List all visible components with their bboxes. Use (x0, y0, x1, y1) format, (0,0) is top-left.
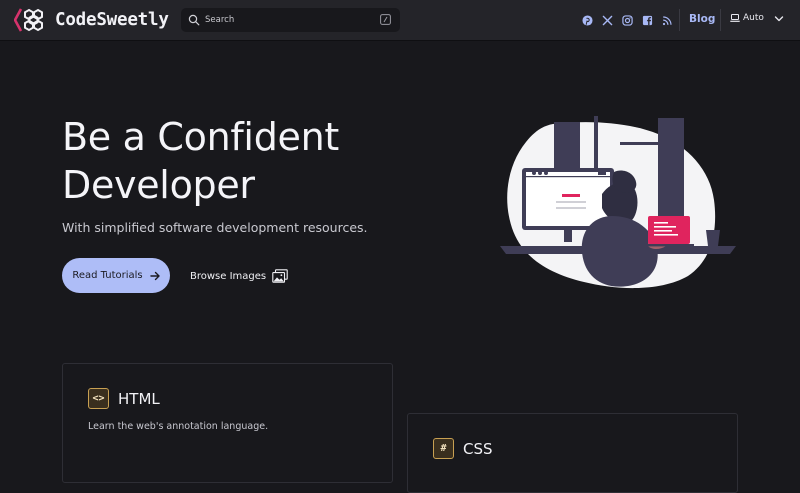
developer-illustration (500, 116, 736, 289)
rss-link[interactable] (657, 13, 677, 27)
card-title: CSS (463, 440, 493, 458)
html-topic-card[interactable]: <> HTML Learn the web's annotation langu… (62, 363, 393, 483)
top-navbar: CodeSweetly Search Blog Auto (0, 0, 800, 40)
chevron-down-icon[interactable] (774, 15, 784, 23)
theme-label: Auto (743, 13, 764, 23)
browse-images-button[interactable]: Browse Images (190, 266, 288, 286)
images-icon (272, 269, 288, 283)
instagram-icon (621, 14, 633, 26)
code-icon: <> (88, 388, 109, 409)
card-description: Learn the web's annotation language. (88, 421, 269, 432)
nav-divider (679, 9, 680, 31)
search-input[interactable] (205, 15, 375, 25)
search-icon (188, 14, 200, 26)
facebook-link[interactable] (637, 13, 657, 27)
blog-link[interactable]: Blog (689, 13, 715, 25)
hero-subtitle: With simplified software development res… (62, 220, 368, 235)
social-links (577, 13, 677, 27)
browse-images-label: Browse Images (190, 270, 267, 282)
read-tutorials-button[interactable]: Read Tutorials (62, 258, 170, 293)
instagram-link[interactable] (617, 13, 637, 27)
x-icon (602, 15, 612, 25)
laptop-icon (730, 14, 740, 22)
rss-icon (662, 15, 672, 25)
css-topic-card[interactable]: # CSS (407, 413, 738, 493)
pinterest-icon (581, 14, 593, 26)
hexagon-logo-icon (14, 8, 43, 32)
card-title: HTML (118, 390, 160, 408)
hash-icon: # (433, 438, 454, 459)
x-twitter-link[interactable] (597, 13, 617, 27)
search-box[interactable] (181, 8, 400, 32)
brand-name: CodeSweetly (55, 10, 169, 30)
theme-toggle[interactable]: Auto (730, 13, 764, 23)
slash-shortcut-icon (380, 14, 391, 25)
facebook-icon (642, 15, 652, 25)
arrow-right-icon (149, 271, 160, 280)
pinterest-link[interactable] (577, 13, 597, 27)
brand-logo-link[interactable]: CodeSweetly (14, 6, 169, 34)
hero-title: Be a Confident Developer (62, 115, 339, 207)
nav-divider (720, 9, 721, 31)
read-tutorials-label: Read Tutorials (72, 270, 143, 281)
